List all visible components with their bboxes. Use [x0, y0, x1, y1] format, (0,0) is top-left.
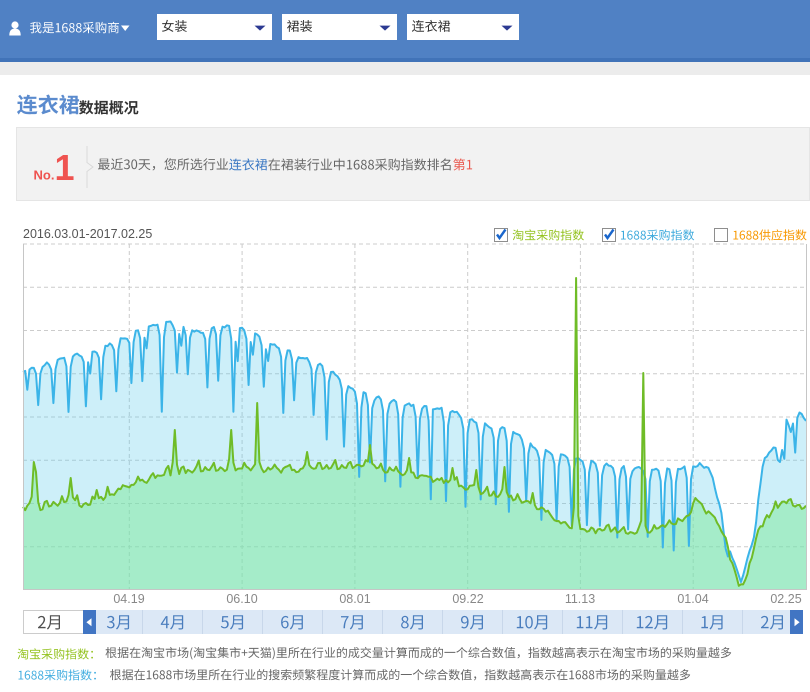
svg-text:1: 1	[55, 147, 75, 188]
svg-text:08.01: 08.01	[339, 592, 370, 606]
svg-text:11.13: 11.13	[565, 592, 595, 606]
svg-text:01.04: 01.04	[677, 592, 708, 606]
svg-text:06.10: 06.10	[226, 592, 257, 606]
svg-text:02.25: 02.25	[770, 592, 801, 606]
svg-text:2016.03.01-2017.02.25: 2016.03.01-2017.02.25	[23, 227, 152, 241]
svg-text:09.22: 09.22	[452, 592, 483, 606]
svg-text:04.19: 04.19	[113, 592, 144, 606]
svg-text:No.: No.	[34, 168, 55, 183]
